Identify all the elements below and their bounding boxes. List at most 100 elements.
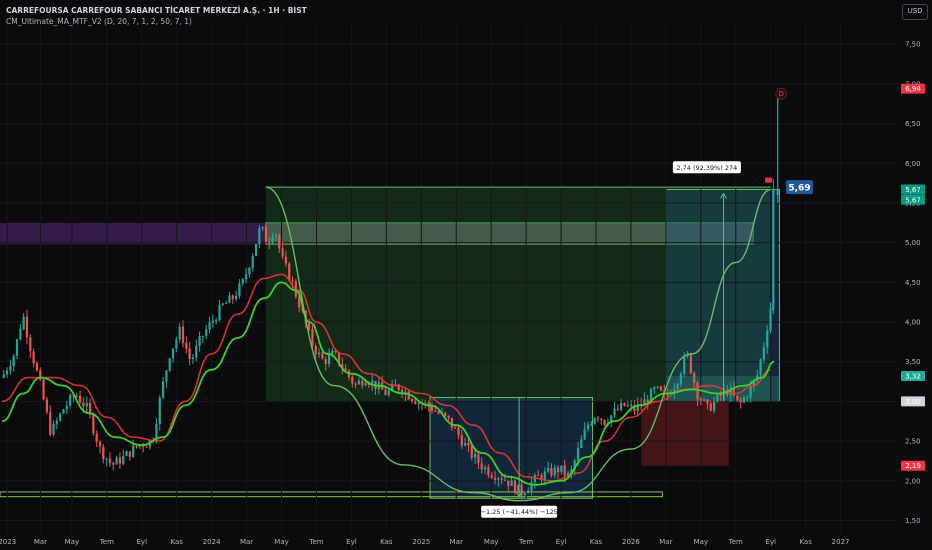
- candle-body: [699, 399, 702, 401]
- candle-body: [65, 405, 68, 410]
- candle-body: [19, 328, 22, 340]
- candle-body: [308, 323, 311, 330]
- candle-body: [281, 248, 284, 257]
- drop-label: −1,25 (−41,44%) −125: [481, 508, 558, 516]
- price-tick-label: 2,00: [905, 477, 921, 485]
- candle-body: [205, 329, 208, 336]
- price-tick-label: 6,00: [905, 160, 921, 168]
- candle-body: [444, 412, 447, 416]
- price-tag-label: 3,00: [905, 398, 921, 406]
- candle-body: [749, 385, 752, 398]
- candle-body: [547, 467, 550, 472]
- candle-body: [248, 267, 251, 275]
- candle-body: [274, 234, 278, 237]
- candle-body: [766, 330, 769, 348]
- candle-body: [327, 354, 331, 365]
- time-tick-label: May: [65, 538, 79, 546]
- candle-body: [503, 479, 507, 481]
- symbol-title[interactable]: CARREFOURSA CARREFOUR SABANCI TİCARET ME…: [6, 5, 307, 16]
- candle-body: [387, 390, 390, 395]
- candle-body: [92, 414, 95, 434]
- candle-body: [543, 471, 546, 480]
- price-tag-label: 2,19: [905, 462, 921, 470]
- candle-body: [78, 395, 82, 403]
- live-price-label: 5,69: [788, 184, 810, 194]
- candle-body: [556, 467, 560, 473]
- candle-body: [689, 353, 692, 374]
- candle-body: [434, 410, 437, 412]
- drawing-zones: [0, 187, 780, 499]
- candle-body: [769, 308, 772, 331]
- candle-body: [483, 467, 487, 470]
- candle-body: [278, 234, 281, 249]
- price-tick-label: 4,50: [905, 279, 921, 287]
- candle-body: [128, 451, 131, 457]
- candle-body: [474, 454, 477, 458]
- candle-body: [600, 418, 603, 420]
- candle-body: [291, 280, 294, 282]
- candle-body: [118, 457, 122, 464]
- candle-body: [198, 336, 201, 346]
- candle-body: [464, 443, 467, 446]
- candle-body: [52, 423, 55, 435]
- candle-body: [659, 386, 663, 391]
- candle-body: [480, 463, 483, 470]
- time-tick-label: Kas: [799, 538, 812, 546]
- candle-body: [225, 302, 228, 304]
- candle-body: [45, 399, 48, 412]
- candle-body: [122, 455, 125, 464]
- candle-body: [716, 393, 719, 402]
- indicator-title[interactable]: CM_Ultimate_MA_MTF_V2 (D, 20, 7, 1, 2, 5…: [6, 16, 307, 27]
- candle-body: [407, 391, 410, 400]
- candle-body: [2, 374, 5, 378]
- candle-body: [208, 322, 211, 330]
- candle-body: [95, 433, 98, 443]
- candle-body: [580, 439, 583, 448]
- purple-zone-left: [0, 222, 266, 245]
- time-tick-label: 2026: [622, 538, 640, 546]
- candle-body: [772, 189, 775, 311]
- candle-body: [22, 316, 25, 329]
- candle-body: [553, 467, 556, 476]
- candle-body: [29, 337, 32, 352]
- time-tick-label: Eyl: [346, 538, 357, 546]
- candle-body: [254, 244, 258, 257]
- candle-body: [563, 465, 566, 476]
- candle-body: [284, 256, 287, 264]
- candle-body: [178, 326, 181, 340]
- candle-body: [510, 480, 513, 486]
- price-tick-label: 6,50: [905, 120, 921, 128]
- candle-body: [493, 477, 497, 480]
- candle-body: [55, 420, 58, 424]
- candle-body: [244, 274, 248, 280]
- candle-body: [679, 373, 683, 384]
- currency-button[interactable]: USD: [902, 4, 928, 20]
- candle-body: [59, 413, 62, 421]
- candle-body: [75, 395, 78, 397]
- price-tag-label: 5,67: [905, 186, 921, 194]
- candle-body: [583, 429, 586, 440]
- time-tick-label: Eyl: [765, 538, 776, 546]
- candle-body: [460, 435, 463, 446]
- measure-box-rise: [665, 188, 780, 402]
- candle-body: [590, 423, 593, 425]
- chart-header: CARREFOURSA CARREFOUR SABANCI TİCARET ME…: [6, 5, 307, 27]
- candle-body: [311, 329, 314, 347]
- candle-body: [115, 457, 118, 465]
- candle-body: [586, 424, 590, 430]
- candle-body: [161, 381, 165, 398]
- candle-body: [132, 445, 135, 457]
- candle-body: [739, 399, 742, 403]
- price-tick-label: 7,50: [905, 41, 921, 49]
- candle-body: [424, 402, 427, 404]
- candle-body: [742, 397, 746, 403]
- candle-body: [324, 358, 327, 365]
- time-tick-label: Mar: [659, 538, 672, 546]
- time-tick-label: May: [274, 538, 288, 546]
- candle-body: [454, 427, 457, 429]
- stop-loss-zone: [641, 401, 729, 466]
- price-chart[interactable]: −1,25 (−41,44%) −125 2,74 (92,39%) 274 D 1…: [0, 0, 932, 550]
- candle-body: [321, 352, 324, 359]
- candle-body: [35, 363, 39, 371]
- candle-body: [497, 478, 500, 480]
